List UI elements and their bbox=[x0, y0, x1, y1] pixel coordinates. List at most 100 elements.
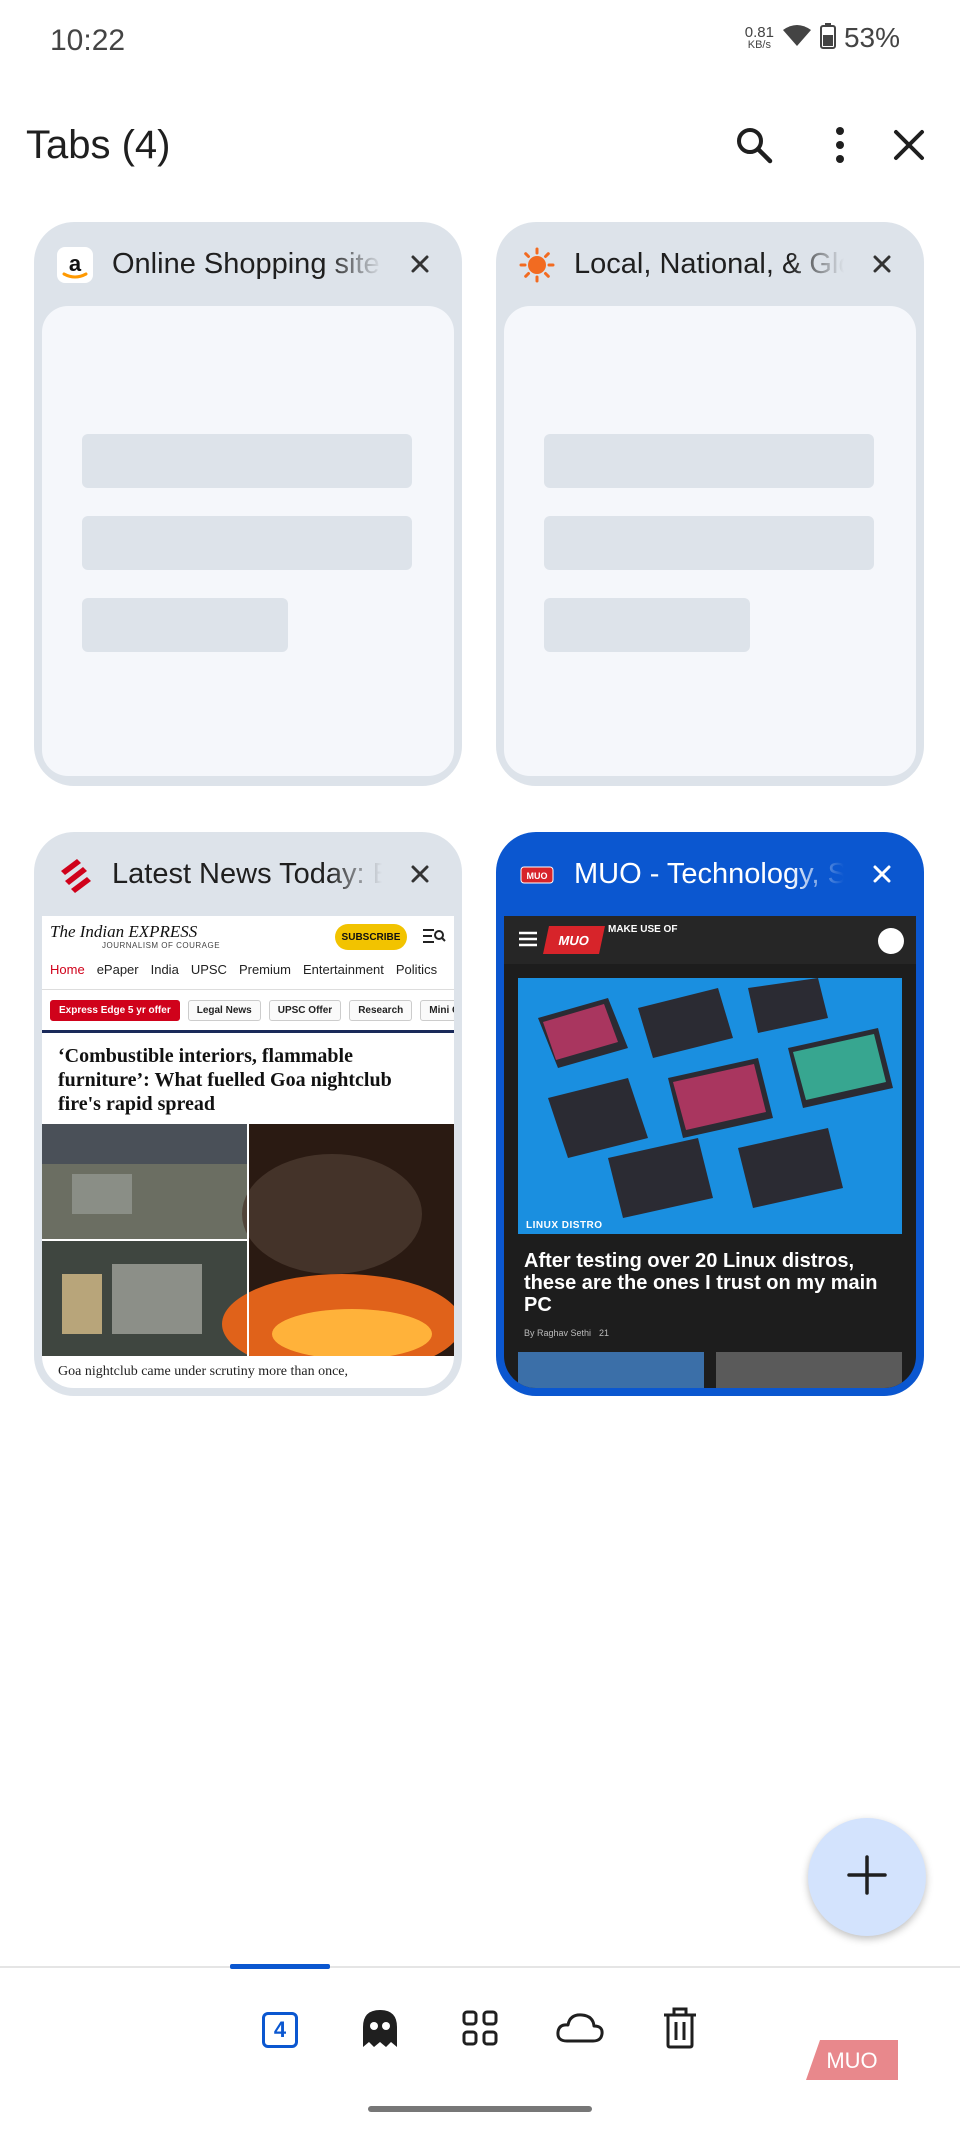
muo-watermark-logo: MUO bbox=[806, 2040, 898, 2080]
tab-count: 4 bbox=[273, 2017, 287, 2042]
site-logo: MUO bbox=[543, 926, 605, 954]
article-thumbnail bbox=[716, 1352, 902, 1388]
site-header: The Indian EXPRESS JOURNALISM OF COURAGE… bbox=[42, 916, 454, 958]
site-logo: The Indian EXPRESS bbox=[50, 922, 198, 941]
page-title: Tabs (4) bbox=[26, 123, 171, 167]
tab-card-header: a Online Shopping site in India: Shop On… bbox=[34, 222, 462, 306]
more-options-button[interactable] bbox=[808, 115, 872, 179]
gesture-nav-handle[interactable] bbox=[368, 2106, 592, 2112]
site-tagline: JOURNALISM OF COURAGE bbox=[102, 941, 221, 950]
article-hero-image bbox=[518, 978, 902, 1234]
plus-icon bbox=[845, 1853, 889, 1902]
muo-favicon-icon: MUO bbox=[518, 856, 556, 894]
tab-title: Online Shopping site in India: Shop Onli… bbox=[112, 248, 382, 280]
incognito-ghost-icon bbox=[359, 2007, 401, 2054]
skeleton-line bbox=[544, 516, 874, 570]
site-nav-item: Entertainment bbox=[302, 962, 384, 977]
recently-closed-trash-button[interactable] bbox=[648, 1998, 712, 2062]
tab-groups-grid-icon bbox=[461, 2009, 499, 2052]
selected-tab-indicator bbox=[230, 1964, 330, 1969]
wifi-icon bbox=[782, 24, 812, 53]
svg-text:MUO: MUO bbox=[826, 2048, 877, 2073]
article-meta: By Raghav Sethi 21 bbox=[524, 1328, 609, 1338]
tabs-header: Tabs (4) bbox=[0, 115, 960, 185]
account-icon bbox=[878, 928, 904, 954]
cloud-sync-icon bbox=[555, 2011, 605, 2050]
close-tab-button[interactable] bbox=[400, 246, 440, 286]
new-tab-button[interactable] bbox=[808, 1818, 926, 1936]
close-tab-button[interactable] bbox=[862, 246, 902, 286]
site-nav-item: UPSC bbox=[190, 962, 227, 977]
trash-icon bbox=[662, 2007, 698, 2054]
tab-count-icon: 4 bbox=[262, 2012, 298, 2048]
tab-thumbnail-placeholder bbox=[504, 306, 916, 776]
hamburger-icon bbox=[518, 930, 538, 953]
close-icon bbox=[872, 254, 892, 279]
network-speed-unit: KB/s bbox=[747, 39, 771, 51]
article-photo bbox=[42, 1124, 454, 1356]
close-tab-switcher-button[interactable] bbox=[877, 115, 941, 179]
close-icon bbox=[410, 254, 430, 279]
subscribe-button: SUBSCRIBE bbox=[335, 924, 407, 950]
svg-text:a: a bbox=[69, 251, 82, 276]
network-speed-value: 0.81 bbox=[744, 24, 774, 41]
site-chip: Express Edge 5 yr offer bbox=[50, 1000, 180, 1021]
skeleton-line bbox=[82, 598, 288, 652]
close-icon bbox=[892, 128, 926, 167]
tab-card-amazon[interactable]: a Online Shopping site in India: Shop On… bbox=[34, 222, 462, 786]
site-chip: Legal News bbox=[187, 1000, 261, 1021]
open-tabs-button[interactable]: 4 bbox=[248, 1998, 312, 2062]
tab-card-header: Local, National, & Global Daily Weather … bbox=[496, 222, 924, 306]
site-nav: Home ePaper India UPSC Premium Entertain… bbox=[42, 962, 454, 990]
status-icons: 0.81 KB/s 53% bbox=[745, 22, 900, 54]
skeleton-line bbox=[82, 516, 412, 570]
status-bar: 10:22 0.81 KB/s 53% bbox=[0, 0, 960, 90]
search-button[interactable] bbox=[722, 115, 786, 179]
tab-switcher-screen: 10:22 0.81 KB/s 53% Tabs (4) a Online Sh… bbox=[0, 0, 960, 2133]
site-chips: Express Edge 5 yr offer Legal News UPSC … bbox=[50, 1000, 454, 1021]
tab-title: Latest News Today: Breaking News and Top… bbox=[112, 858, 382, 890]
tab-card-muo-selected[interactable]: MUO MUO - Technology, Simplified. MUO MA… bbox=[496, 832, 924, 1396]
tab-card-header: Latest News Today: Breaking News and Top… bbox=[34, 832, 462, 916]
tab-card-indian-express[interactable]: Latest News Today: Breaking News and Top… bbox=[34, 832, 462, 1396]
tab-title: Local, National, & Global Daily Weather … bbox=[574, 248, 844, 280]
tab-thumbnail-page: The Indian EXPRESS JOURNALISM OF COURAGE… bbox=[42, 916, 454, 1388]
article-author: By Raghav Sethi bbox=[524, 1328, 592, 1338]
site-chip: UPSC Offer bbox=[268, 1000, 342, 1021]
tab-thumbnail-page: MUO MAKE USE OF LINUX DISTRO After testi… bbox=[504, 916, 916, 1388]
site-nav-item: ePaper bbox=[96, 962, 139, 977]
tab-title: MUO - Technology, Simplified. bbox=[574, 858, 844, 890]
site-header: MUO MAKE USE OF bbox=[504, 916, 916, 964]
site-nav-item: Premium bbox=[238, 962, 291, 977]
article-thumbnail bbox=[518, 1352, 704, 1388]
indian-express-favicon-icon bbox=[56, 856, 94, 894]
close-tab-button[interactable] bbox=[400, 856, 440, 896]
article-headline: After testing over 20 Linux distros, the… bbox=[524, 1250, 878, 1316]
site-logo-text: MAKE USE OF bbox=[608, 924, 678, 935]
tab-card-weather[interactable]: Local, National, & Global Daily Weather … bbox=[496, 222, 924, 786]
article-headline: ‘Combustible interiors, flammable furnit… bbox=[58, 1045, 392, 1115]
bottom-toolbar: 4 MUO bbox=[0, 1964, 960, 2133]
tab-thumbnail-placeholder bbox=[42, 306, 454, 776]
close-icon bbox=[872, 864, 892, 889]
search-icon bbox=[734, 125, 774, 170]
incognito-tabs-button[interactable] bbox=[348, 1998, 412, 2062]
divider bbox=[42, 1030, 454, 1033]
status-time: 10:22 bbox=[50, 24, 126, 57]
site-chip: Research bbox=[349, 1000, 413, 1021]
site-nav-item: India bbox=[150, 962, 179, 977]
weather-sun-favicon-icon bbox=[518, 246, 556, 284]
menu-search-icon bbox=[422, 926, 446, 951]
amazon-favicon-icon: a bbox=[56, 246, 94, 284]
close-tab-button[interactable] bbox=[862, 856, 902, 896]
skeleton-line bbox=[544, 598, 750, 652]
skeleton-line bbox=[544, 434, 874, 488]
skeleton-line bbox=[82, 434, 412, 488]
tab-groups-button[interactable] bbox=[448, 1998, 512, 2062]
synced-tabs-button[interactable] bbox=[548, 1998, 612, 2062]
network-speed: 0.81 KB/s bbox=[745, 25, 774, 51]
battery-percent: 53% bbox=[843, 22, 900, 53]
close-icon bbox=[410, 864, 430, 889]
article-category: LINUX DISTRO bbox=[526, 1220, 603, 1231]
more-vert-icon bbox=[834, 125, 846, 170]
